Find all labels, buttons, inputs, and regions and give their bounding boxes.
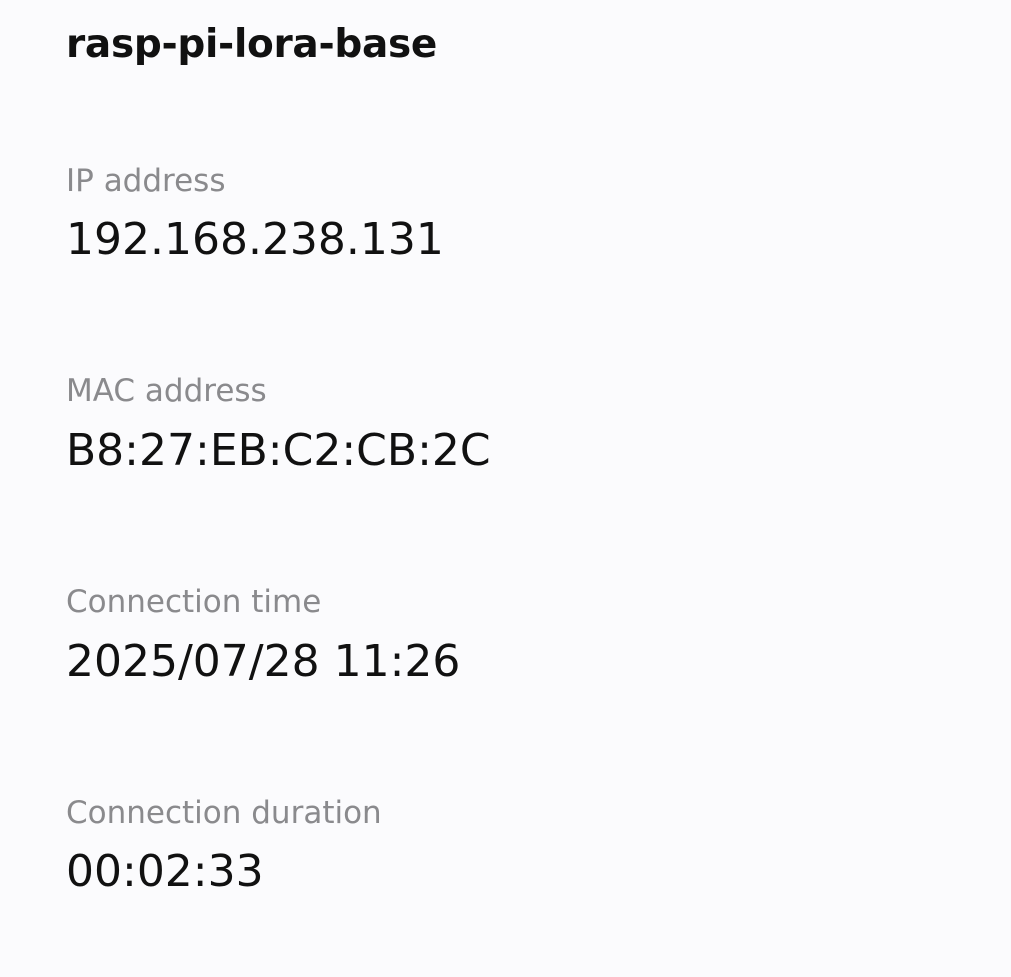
connection-duration-value: 00:02:33 (66, 846, 264, 897)
ip-address-label: IP address (66, 163, 226, 199)
connection-time-value: 2025/07/28 11:26 (66, 636, 461, 687)
ip-address-value: 192.168.238.131 (66, 214, 444, 265)
mac-address-value: B8:27:EB:C2:CB:2C (66, 425, 491, 476)
mac-address-label: MAC address (66, 373, 267, 409)
connection-duration-label: Connection duration (66, 795, 382, 831)
device-name-title: rasp-pi-lora-base (66, 22, 438, 67)
connection-time-label: Connection time (66, 584, 322, 620)
